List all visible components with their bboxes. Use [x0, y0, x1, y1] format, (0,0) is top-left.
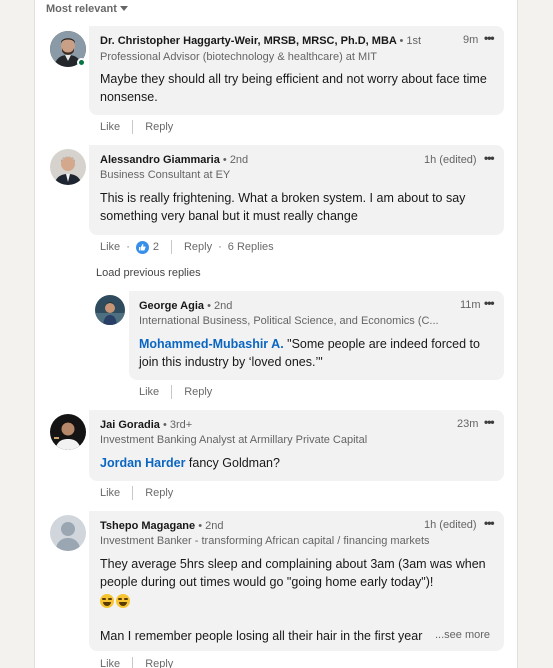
online-status-icon [77, 58, 86, 67]
commenter-name[interactable]: Jai Goradia • 3rd+ [100, 419, 192, 431]
like-button[interactable]: Like [100, 658, 120, 668]
comment-text: Maybe they should all try being efficien… [100, 72, 487, 104]
more-options-icon[interactable]: ••• [484, 516, 495, 530]
reply-button[interactable]: Reply [145, 658, 173, 668]
more-options-icon[interactable]: ••• [484, 151, 495, 165]
commenter-headline: Investment Banking Analyst at Armillary … [100, 434, 368, 446]
commenter-name-text: Jai Goradia [100, 419, 160, 431]
connection-degree: • 1st [399, 35, 422, 47]
comment-actions: Like · 2 Reply · 6 Replies [100, 240, 274, 254]
comment-actions: Like Reply [139, 385, 212, 399]
reply-text: Mohammed-Mubashir A. "Some people are in… [139, 335, 494, 371]
laughing-emoji-icon [100, 594, 114, 608]
default-person-icon [50, 515, 86, 551]
reply-button[interactable]: Reply [184, 386, 212, 398]
reply-button[interactable]: Reply [145, 487, 173, 499]
more-options-icon[interactable]: ••• [484, 296, 495, 310]
comment-actions: Like Reply [100, 657, 173, 668]
connection-degree: • 3rd+ [162, 419, 193, 431]
comment-text: Jordan Harder fancy Goldman? [100, 454, 495, 472]
avatar[interactable] [50, 414, 86, 450]
connection-degree: • 2nd [207, 300, 233, 312]
commenter-headline: Business Consultant at EY [100, 169, 231, 181]
separator-dot: · [126, 241, 130, 253]
reply-button[interactable]: Reply [145, 121, 173, 133]
commenter-name[interactable]: Tshepo Magagane • 2nd [100, 520, 223, 532]
comment-text: This is really frightening. What a broke… [100, 191, 466, 223]
comments-panel: Most relevant Dr. Christopher Haggarty-W… [34, 0, 518, 668]
laughing-emoji-icon [116, 594, 130, 608]
like-button[interactable]: Like [100, 241, 120, 253]
comment-timestamp: 1h (edited) [424, 154, 477, 166]
mention-link[interactable]: Mohammed-Mubashir A. [139, 337, 284, 351]
commenter-name[interactable]: Dr. Christopher Haggarty-Weir, MRSB, MRS… [100, 35, 421, 47]
commenter-name-text: Dr. Christopher Haggarty-Weir, MRSB, MRS… [100, 35, 397, 47]
mention-link[interactable]: Jordan Harder [100, 456, 185, 470]
divider [132, 486, 134, 500]
like-button[interactable]: Like [139, 386, 159, 398]
commenter-headline: International Business, Political Scienc… [139, 315, 439, 327]
like-reaction-icon [135, 240, 149, 254]
comment-timestamp: 9m [463, 34, 479, 46]
reaction-count-text: 2 [152, 241, 159, 253]
divider [170, 240, 172, 254]
person-photo-icon [95, 295, 125, 325]
person-photo-icon [50, 414, 86, 450]
chevron-down-icon [119, 6, 128, 11]
commenter-name-text: Tshepo Magagane [100, 520, 196, 532]
avatar[interactable] [50, 149, 86, 185]
person-photo-icon [50, 149, 86, 185]
commenter-name[interactable]: Alessandro Giammaria • 2nd [100, 154, 248, 166]
load-previous-replies-link[interactable]: Load previous replies [96, 267, 201, 279]
see-more-link[interactable]: ...see more [431, 629, 491, 641]
reactions-count[interactable]: 2 [135, 240, 159, 254]
divider [132, 120, 134, 134]
avatar[interactable] [50, 515, 86, 551]
commenter-headline: Investment Banker - transforming African… [100, 535, 430, 547]
commenter-headline: Professional Advisor (biotechnology & he… [100, 51, 377, 63]
avatar[interactable] [95, 295, 125, 325]
connection-degree: • 2nd [198, 520, 224, 532]
reply-button[interactable]: Reply [184, 241, 212, 253]
sort-dropdown[interactable]: Most relevant [46, 3, 128, 15]
comment-timestamp: 11m [460, 299, 481, 311]
divider [132, 657, 134, 668]
comment-timestamp: 23m [457, 418, 479, 430]
commenter-name-text: Alessandro Giammaria [100, 154, 220, 166]
divider [171, 385, 173, 399]
connection-degree: • 2nd [222, 154, 249, 166]
like-button[interactable]: Like [100, 487, 120, 499]
more-options-icon[interactable]: ••• [484, 415, 495, 429]
like-button[interactable]: Like [100, 121, 120, 133]
replies-count-link[interactable]: 6 Replies [228, 241, 274, 253]
commenter-name-text: George Agia [139, 300, 204, 312]
sort-label: Most relevant [46, 3, 117, 15]
more-options-icon[interactable]: ••• [484, 31, 495, 45]
comment-text: They average 5hrs sleep and complaining … [100, 557, 486, 589]
separator-dot: · [218, 241, 222, 253]
comment-actions: Like Reply [100, 120, 173, 134]
comment-timestamp: 1h (edited) [424, 519, 477, 531]
comment-text-continued: Man I remember people losing all their h… [100, 629, 423, 643]
comment-text-body: fancy Goldman? [185, 456, 280, 470]
emoji-row [100, 593, 132, 611]
comment-actions: Like Reply [100, 486, 173, 500]
commenter-name[interactable]: George Agia • 2nd [139, 300, 232, 312]
